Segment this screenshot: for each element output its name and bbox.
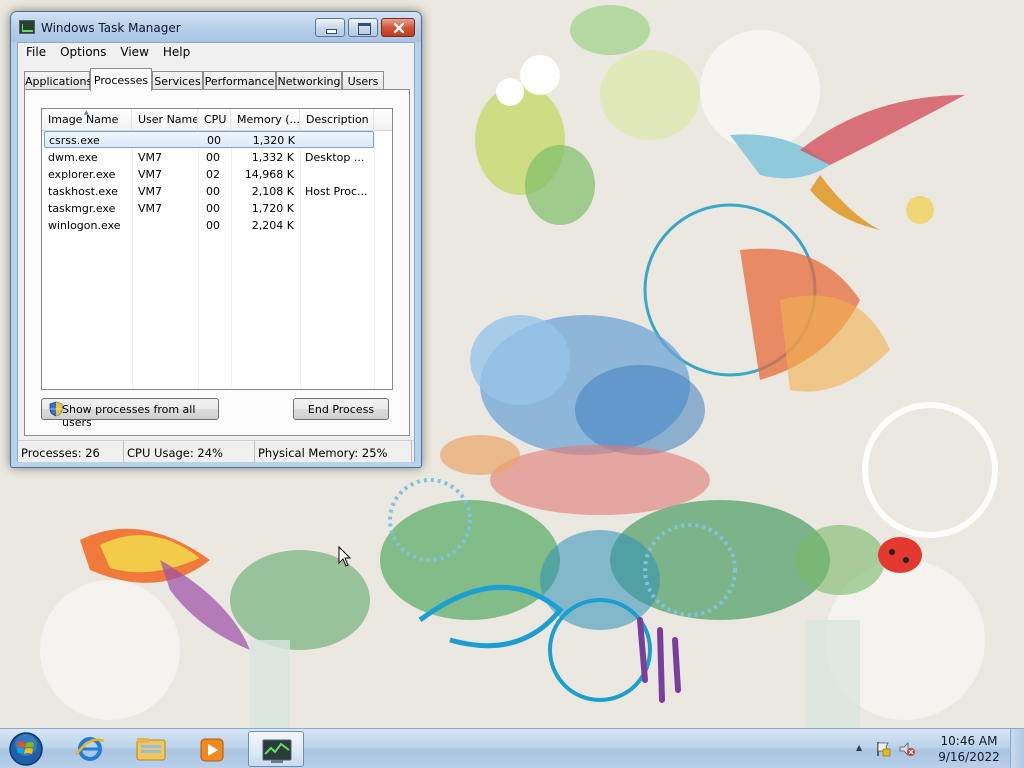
table-row[interactable]: winlogon.exe 00 2,204 K [42, 217, 392, 234]
process-memory: 2,204 K [251, 219, 294, 232]
show-hidden-icons-icon[interactable]: ▲ [856, 743, 862, 752]
column-cpu[interactable]: CPU [198, 109, 231, 131]
window-client-area: File Options View Help Applications Proc… [17, 42, 415, 463]
menu-help[interactable]: Help [157, 43, 198, 63]
process-cpu: 00 [207, 134, 221, 147]
status-processes: Processes: 26 [18, 441, 124, 463]
system-tray: ▲ 10:46 AM 9/16/2022 [854, 729, 1024, 768]
tab-networking[interactable]: Networking [276, 71, 342, 90]
process-name: taskhost.exe [48, 185, 118, 198]
process-user: VM7 [138, 202, 163, 215]
column-user-name[interactable]: User Name [132, 109, 198, 131]
clock-time: 10:46 AM [940, 734, 998, 748]
process-memory: 2,108 K [251, 185, 294, 198]
maximize-button[interactable] [348, 18, 378, 37]
window-title: Windows Task Manager [41, 21, 181, 35]
table-row[interactable]: taskhost.exe VM7 00 2,108 K Host Proc... [42, 183, 392, 200]
tab-services[interactable]: Services [152, 71, 203, 90]
menu-bar: File Options View Help [18, 43, 414, 63]
process-name: csrss.exe [49, 134, 100, 147]
table-row[interactable]: taskmgr.exe VM7 00 1,720 K [42, 200, 392, 217]
process-name: winlogon.exe [48, 219, 121, 232]
task-manager-window[interactable]: Windows Task Manager File Options View H… [10, 11, 422, 468]
task-manager-icon [19, 20, 35, 34]
taskbar-internet-explorer[interactable] [62, 731, 118, 767]
windows-explorer-icon [136, 738, 166, 761]
taskbar-task-manager[interactable] [248, 731, 304, 767]
sort-ascending-icon: ▲ [84, 109, 89, 116]
process-memory: 1,320 K [252, 134, 295, 147]
process-memory: 1,720 K [251, 202, 294, 215]
tab-applications[interactable]: Applications [24, 71, 92, 90]
mouse-cursor-icon [338, 546, 352, 567]
uac-shield-icon [49, 401, 63, 417]
menu-file[interactable]: File [20, 43, 54, 63]
taskbar-windows-explorer[interactable] [123, 731, 179, 767]
table-row[interactable]: explorer.exe VM7 02 14,968 K [42, 166, 392, 183]
process-user: VM7 [138, 168, 163, 181]
process-user: VM7 [138, 151, 163, 164]
process-name: dwm.exe [48, 151, 98, 164]
show-desktop-button[interactable] [1010, 729, 1024, 768]
status-bar: Processes: 26 CPU Usage: 24% Physical Me… [18, 440, 414, 463]
menu-options[interactable]: Options [54, 43, 114, 63]
process-cpu: 00 [206, 151, 220, 164]
process-list-header: ▲ Image Name User Name CPU Memory (... D… [42, 109, 392, 131]
taskbar-media-player[interactable] [184, 731, 240, 767]
process-name: explorer.exe [48, 168, 116, 181]
close-icon [393, 22, 405, 34]
windows-orb-icon [9, 732, 43, 766]
process-user: VM7 [138, 185, 163, 198]
action-center-flag-icon[interactable] [874, 740, 892, 758]
taskbar: ▲ 10:46 AM 9/16/2022 [0, 728, 1024, 768]
status-cpu-usage: CPU Usage: 24% [124, 441, 255, 463]
tab-processes[interactable]: Processes [90, 68, 152, 91]
title-bar[interactable]: Windows Task Manager [11, 12, 421, 42]
internet-explorer-icon [74, 737, 105, 761]
task-manager-icon [262, 739, 292, 763]
column-image-name[interactable]: ▲ Image Name [42, 109, 132, 131]
show-all-processes-button[interactable]: Show processes from all users [41, 398, 219, 429]
process-description: Desktop ... [305, 151, 365, 164]
process-cpu: 00 [206, 185, 220, 198]
end-process-button[interactable]: End Process [293, 398, 389, 420]
menu-view[interactable]: View [114, 43, 156, 63]
minimize-button[interactable] [315, 18, 345, 37]
process-cpu: 02 [206, 168, 220, 181]
close-button[interactable] [381, 18, 415, 37]
process-description: Host Proc... [305, 185, 368, 198]
column-memory[interactable]: Memory (... [231, 109, 300, 131]
media-player-icon [200, 738, 224, 762]
process-memory: 14,968 K [244, 168, 294, 181]
processes-panel: ▲ Image Name User Name CPU Memory (... D… [24, 89, 410, 436]
volume-muted-icon[interactable] [898, 740, 916, 758]
clock-date: 9/16/2022 [938, 750, 1000, 764]
status-physical-memory: Physical Memory: 25% [255, 441, 412, 463]
tab-performance[interactable]: Performance [203, 71, 276, 90]
process-list[interactable]: ▲ Image Name User Name CPU Memory (... D… [41, 108, 393, 390]
start-button[interactable] [4, 730, 48, 768]
process-cpu: 00 [206, 202, 220, 215]
table-row[interactable]: csrss.exe 00 1,320 K [44, 131, 374, 148]
process-cpu: 00 [206, 219, 220, 232]
process-memory: 1,332 K [251, 151, 294, 164]
show-all-processes-label: Show processes from all users [62, 403, 196, 429]
tab-users[interactable]: Users [342, 71, 384, 90]
column-description[interactable]: Description [300, 109, 374, 131]
table-row[interactable]: dwm.exe VM7 00 1,332 K Desktop ... [42, 149, 392, 166]
clock[interactable]: 10:46 AM 9/16/2022 [938, 733, 1000, 765]
process-name: taskmgr.exe [48, 202, 116, 215]
